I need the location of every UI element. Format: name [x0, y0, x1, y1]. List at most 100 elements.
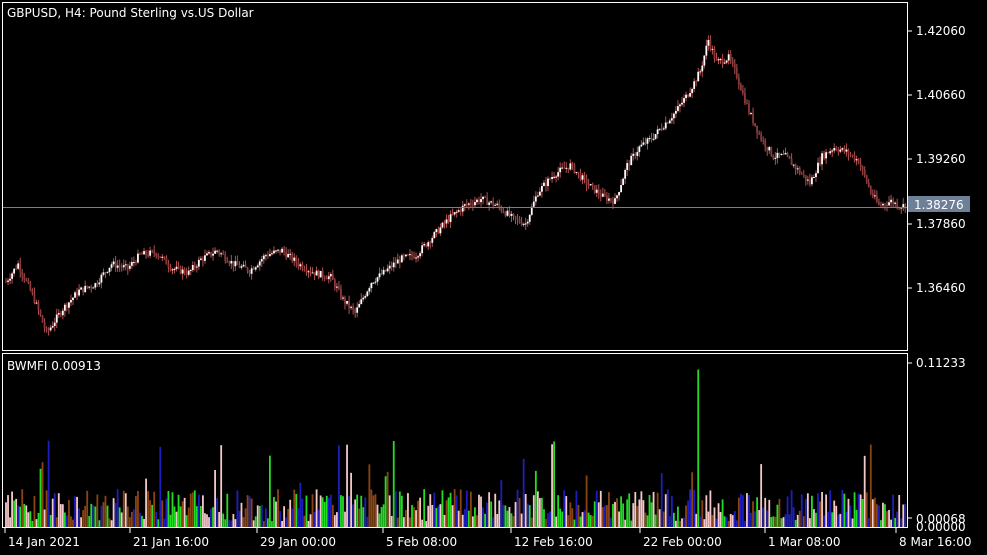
- candle-body: [744, 92, 746, 104]
- candle-body: [256, 265, 259, 268]
- bwmfi-bar: [419, 497, 422, 527]
- candle-body: [869, 186, 872, 194]
- bwmfi-bar: [250, 498, 253, 527]
- bwmfi-bar: [880, 520, 882, 527]
- candle-body: [68, 302, 70, 308]
- bwmfi-bar: [597, 502, 600, 527]
- trading-chart[interactable]: GBPUSD, H4: Pound Sterling vs.US Dollar …: [0, 0, 987, 555]
- candle-body: [197, 259, 200, 267]
- bwmfi-bar: [366, 516, 369, 527]
- candle-body: [437, 229, 440, 234]
- candle-body: [786, 152, 789, 157]
- bwmfi-bar: [329, 494, 332, 527]
- bwmfi-bar: [224, 519, 227, 527]
- bwmfi-bar: [173, 506, 176, 527]
- candle-body: [666, 122, 669, 124]
- candle-body: [524, 223, 527, 225]
- candle-body: [210, 252, 212, 256]
- candle-body: [88, 286, 91, 288]
- bwmfi-bar: [317, 509, 320, 527]
- bwmfi-bar: [360, 495, 363, 527]
- price-axis: 1.42060 1.40660 1.39260 1.37860 1.36460: [907, 24, 966, 295]
- candle-body: [185, 273, 188, 275]
- candle-body: [362, 297, 365, 300]
- candle-body: [145, 251, 147, 255]
- candle-body: [303, 269, 306, 271]
- candle-body: [415, 257, 417, 259]
- symbol-title: GBPUSD, H4: Pound Sterling vs.US Dollar: [7, 6, 254, 20]
- bwmfi-bar: [585, 475, 588, 527]
- bwmfi-bar: [567, 515, 570, 527]
- candle-body: [549, 178, 551, 180]
- candle-body: [248, 271, 251, 274]
- candle-body: [139, 253, 141, 255]
- candle-body: [823, 153, 825, 159]
- bwmfi-bar: [878, 505, 880, 527]
- candle-body: [622, 178, 625, 186]
- bwmfi-bar: [445, 500, 448, 527]
- candle-body: [589, 184, 592, 186]
- candle-body: [459, 210, 462, 212]
- candle-body: [78, 289, 80, 296]
- bwmfi-bar: [675, 520, 677, 527]
- bwmfi-bar: [55, 517, 58, 527]
- bwmfi-bar: [737, 497, 740, 527]
- candle-body: [29, 282, 32, 291]
- bwmfi-bar: [216, 498, 219, 527]
- candle-body: [618, 192, 620, 196]
- candle-body: [474, 202, 476, 206]
- bwmfi-bar: [886, 511, 888, 527]
- bwmfi-bar: [739, 493, 742, 527]
- candle-body: [626, 163, 629, 170]
- bwmfi-bar: [179, 506, 182, 527]
- candle-body: [486, 197, 489, 205]
- candle-body: [480, 199, 482, 203]
- candle-body: [725, 60, 728, 63]
- candle-body: [149, 250, 152, 256]
- bwmfi-bar: [628, 493, 631, 527]
- bwmfi-bar: [197, 494, 200, 527]
- bwmfi-bar: [839, 513, 842, 527]
- bwmfi-bar: [790, 490, 793, 527]
- bwmfi-bar: [711, 514, 714, 527]
- candle-body: [762, 140, 765, 142]
- bwmfi-bar: [346, 444, 348, 527]
- candle-body: [151, 250, 154, 252]
- candle-body: [672, 113, 675, 119]
- bwmfi-bar: [443, 514, 446, 527]
- current-price-label: 1.38276: [914, 198, 964, 212]
- bwmfi-bar: [683, 517, 685, 527]
- bwmfi-bar: [498, 500, 501, 527]
- candle-body: [875, 195, 878, 202]
- candle-body: [555, 176, 558, 178]
- candle-body: [538, 191, 541, 196]
- candle-body: [567, 167, 570, 170]
- candle-body: [137, 253, 139, 263]
- candle-body: [122, 265, 125, 268]
- time-tick-label: 1 Mar 08:00: [768, 535, 841, 549]
- bwmfi-bar: [857, 493, 860, 527]
- candle-body: [425, 244, 428, 247]
- candle-body: [74, 292, 76, 298]
- bwmfi-bar: [813, 509, 815, 527]
- bwmfi-bar: [508, 507, 511, 527]
- bwmfi-bar: [37, 513, 40, 527]
- bwmfi-bar: [25, 505, 28, 527]
- candle-body: [189, 269, 192, 271]
- bwmfi-bar: [859, 494, 862, 527]
- candle-body: [400, 255, 403, 263]
- bwmfi-bar: [811, 495, 813, 527]
- candle-body: [439, 227, 442, 234]
- candle-body: [863, 169, 866, 176]
- bwmfi-bar: [33, 495, 36, 527]
- bwmfi-bar: [884, 504, 886, 527]
- candle-body: [482, 196, 484, 200]
- bwmfi-bar: [283, 506, 286, 527]
- bwmfi-bar: [70, 516, 72, 527]
- bwmfi-bar: [266, 518, 269, 527]
- candle-body: [469, 203, 472, 205]
- bwmfi-bar: [618, 511, 620, 527]
- bwmfi-bar: [141, 515, 143, 527]
- candle-body: [130, 262, 133, 266]
- bwmfi-bar: [340, 495, 342, 527]
